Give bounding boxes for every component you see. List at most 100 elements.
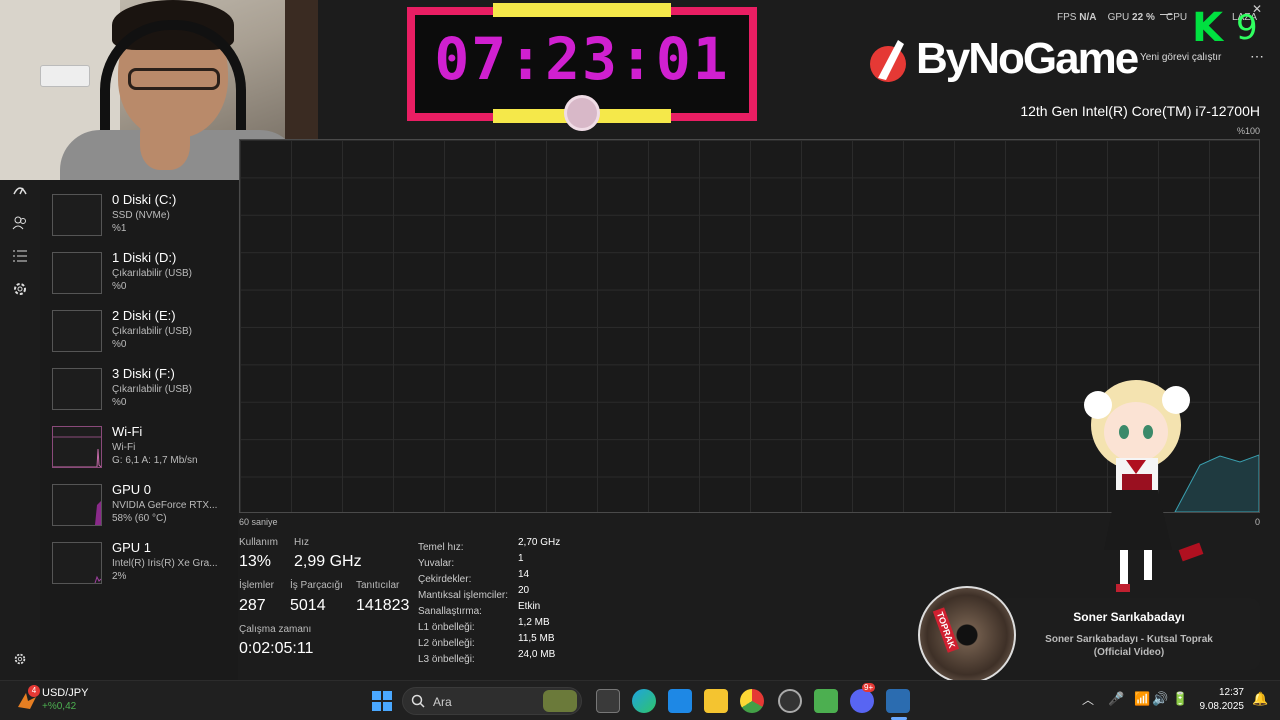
- device-gpu-1[interactable]: GPU 1 Intel(R) Iris(R) Xe Gra... 2%: [52, 538, 242, 588]
- task-manager-sidebar: [0, 180, 40, 680]
- uptime-label: Çalışma zamanı: [239, 624, 312, 635]
- timer-badge-icon: [564, 95, 600, 131]
- discord-icon[interactable]: 9+: [850, 683, 876, 713]
- details-icon[interactable]: [10, 248, 30, 268]
- device-title: 1 Diski (D:): [112, 250, 177, 265]
- device-list: 0 Diski (C:) SSD (NVMe) %1 1 Diski (D:) …: [40, 180, 238, 680]
- file-explorer-icon[interactable]: [704, 689, 728, 713]
- bynogame-emblem-icon: [870, 40, 906, 82]
- wall-outlet: [40, 65, 90, 87]
- device-title: GPU 1: [112, 540, 152, 555]
- clock-time[interactable]: 12:37: [1200, 687, 1244, 698]
- k-letter: K: [1192, 5, 1223, 51]
- handles-label: Tanıtıcılar: [356, 580, 400, 591]
- task-manager-icon[interactable]: [886, 689, 910, 713]
- ticker-name[interactable]: USD/JPY: [42, 687, 88, 699]
- edge-browser-icon[interactable]: [632, 689, 656, 713]
- track-artist: Soner Sarıkabadayı: [1073, 610, 1185, 624]
- gpu-label: GPU: [1107, 12, 1130, 23]
- k9-logo: K 9: [1192, 8, 1262, 48]
- spec-row: L1 önbelleği: 1,2 MB: [418, 617, 550, 633]
- threads-value: 5014: [290, 597, 326, 614]
- more-options-icon[interactable]: ⋯: [1250, 48, 1264, 65]
- windows-taskbar: 4 USD/JPY +%0,42 Ara 9+ ︿ 🎤 📶 🔊 🔋 12:37 …: [0, 680, 1280, 720]
- device-value: 58% (60 °C): [112, 513, 167, 524]
- device-value: %0: [112, 281, 127, 292]
- threads-label: İş Parçacığı: [290, 580, 343, 591]
- settings-gear-icon[interactable]: [10, 651, 30, 671]
- fps-value: N/A: [1079, 12, 1097, 23]
- spec-row: Çekirdekler: 14: [418, 569, 530, 585]
- device-subtitle: SSD (NVMe): [112, 210, 170, 221]
- device-thumbnail: [52, 426, 102, 468]
- cpu-specs: Temel hız: 2,70 GHz Yuvalar: 1 Çekirdekler…: [418, 537, 598, 665]
- processes-value: 287: [239, 597, 266, 614]
- device-title: Wi-Fi: [112, 424, 143, 439]
- device-gpu-0[interactable]: GPU 0 NVIDIA GeForce RTX... 58% (60 °C): [52, 480, 242, 530]
- now-playing-panel: Soner Sarıkabadayı Soner Sarıkabadayı - …: [998, 598, 1260, 670]
- spec-row: Temel hız: 2,70 GHz: [418, 537, 561, 553]
- uptime-value: 0:02:05:11: [239, 640, 314, 657]
- services-icon[interactable]: [10, 281, 30, 301]
- search-placeholder: Ara: [433, 695, 452, 709]
- disc-label: TOPRAK: [932, 607, 960, 653]
- speed-value: 2,99 GHz: [294, 553, 362, 570]
- device-disk-0[interactable]: 0 Diski (C:) SSD (NVMe) %1: [52, 190, 242, 240]
- graph-max-label: %100: [1236, 126, 1260, 136]
- chrome-browser-icon[interactable]: [740, 689, 764, 713]
- device-subtitle: Wi-Fi: [112, 442, 136, 453]
- stock-widget-icon[interactable]: 4: [16, 685, 40, 711]
- device-thumbnail: [52, 252, 102, 294]
- album-disc: TOPRAK: [918, 586, 1016, 684]
- device-disk-2[interactable]: 2 Diski (E:) Çıkarılabilir (USB) %0: [52, 306, 242, 356]
- timer-text: 07:23:01: [434, 25, 730, 93]
- device-value: 2%: [112, 571, 127, 582]
- speed-label: Hız: [294, 537, 309, 548]
- device-title: 0 Diski (C:): [112, 192, 177, 207]
- clock-date[interactable]: 9.08.2025: [1196, 701, 1245, 712]
- track-title-line1: Soner Sarıkabadayı - Kutsal Toprak: [1045, 634, 1213, 645]
- device-disk-1[interactable]: 1 Diski (D:) Çıkarılabilir (USB) %0: [52, 248, 242, 298]
- device-value: G: 6,1 A: 1,7 Mb/sn: [112, 455, 198, 466]
- volume-icon[interactable]: 🔊: [1152, 691, 1168, 707]
- minimize-icon[interactable]: [1160, 14, 1172, 15]
- device-thumbnail: [52, 542, 102, 584]
- spec-row: Sanallaştırma: Etkin: [418, 601, 541, 617]
- task-view-icon[interactable]: [596, 689, 620, 713]
- device-title: 2 Diski (E:): [112, 308, 176, 323]
- microsoft-store-icon[interactable]: [668, 689, 692, 713]
- graph-min-label: 0: [1255, 517, 1261, 527]
- search-highlight-icon: [543, 690, 577, 712]
- now-playing-widget[interactable]: Soner Sarıkabadayı Soner Sarıkabadayı - …: [918, 586, 1260, 684]
- spec-row: L2 önbelleği: 11,5 MB: [418, 633, 555, 649]
- cpu-model-name: 12th Gen Intel(R) Core(TM) i7-12700H: [1020, 103, 1260, 119]
- device-disk-3[interactable]: 3 Diski (F:) Çıkarılabilir (USB) %0: [52, 364, 242, 414]
- wifi-icon[interactable]: 📶: [1134, 691, 1150, 707]
- device-subtitle: Çıkarılabilir (USB): [112, 384, 193, 395]
- device-wifi[interactable]: Wi-Fi Wi-Fi G: 6,1 A: 1,7 Mb/sn: [52, 422, 242, 472]
- minecraft-icon[interactable]: [814, 689, 838, 713]
- users-icon[interactable]: [10, 215, 30, 235]
- device-thumbnail: [52, 368, 102, 410]
- notification-bell-icon[interactable]: 🔔: [1252, 691, 1268, 707]
- processes-label: İşlemler: [239, 580, 275, 591]
- microphone-icon[interactable]: 🎤: [1108, 691, 1124, 707]
- k-number: 9: [1236, 8, 1258, 48]
- usage-value: 13%: [239, 553, 272, 570]
- device-subtitle: NVIDIA GeForce RTX...: [112, 500, 218, 511]
- device-subtitle: Intel(R) Iris(R) Xe Gra...: [112, 558, 218, 569]
- battery-icon[interactable]: 🔋: [1172, 691, 1188, 707]
- start-button[interactable]: [371, 690, 393, 712]
- device-value: %0: [112, 397, 127, 408]
- chevron-up-icon[interactable]: ︿: [1082, 691, 1094, 708]
- taskbar-search[interactable]: Ara: [402, 687, 582, 715]
- obs-studio-icon[interactable]: [778, 689, 802, 713]
- discord-badge: 9+: [862, 683, 876, 692]
- device-subtitle: Çıkarılabilir (USB): [112, 268, 193, 279]
- device-thumbnail: [52, 194, 102, 236]
- device-thumbnail: [52, 484, 102, 526]
- device-value: %1: [112, 223, 127, 234]
- graph-time-label: 60 saniye: [239, 517, 278, 527]
- gpu-value: 22 %: [1132, 12, 1155, 23]
- performance-icon[interactable]: [10, 182, 30, 202]
